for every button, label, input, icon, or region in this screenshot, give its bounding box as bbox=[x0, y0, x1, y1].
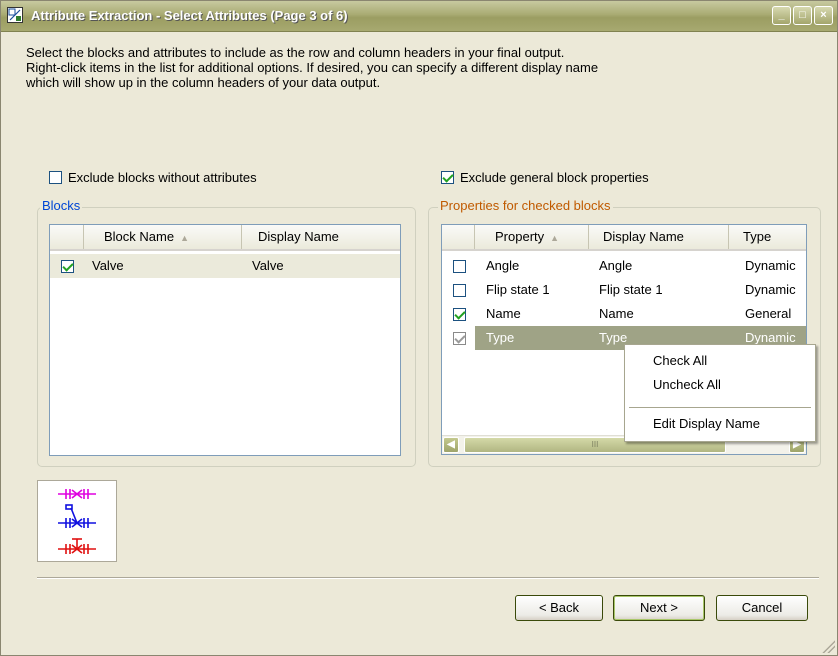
sort-ascending-icon: ▲ bbox=[550, 233, 560, 243]
menu-separator bbox=[629, 407, 811, 408]
column-header-property[interactable]: Property ▲ bbox=[475, 225, 589, 249]
property-row-name[interactable]: Name Name General bbox=[442, 302, 806, 326]
block-display-name-cell: Valve bbox=[252, 258, 284, 273]
property-type-cell: Dynamic bbox=[745, 258, 796, 273]
exclude-blocks-checkbox[interactable] bbox=[49, 171, 62, 184]
scroll-grip-icon: III bbox=[591, 440, 599, 449]
exclude-blocks-label[interactable]: Exclude blocks without attributes bbox=[68, 170, 257, 185]
minimize-icon: _ bbox=[778, 9, 785, 21]
maximize-icon: □ bbox=[799, 9, 806, 21]
close-button[interactable]: × bbox=[814, 6, 833, 25]
property-cell: Name bbox=[486, 306, 521, 321]
property-type-cell: Dynamic bbox=[745, 282, 796, 297]
block-row-valve[interactable]: Valve Valve bbox=[50, 254, 400, 278]
menu-item-edit-display-name[interactable]: Edit Display Name bbox=[653, 416, 760, 431]
maximize-button[interactable]: □ bbox=[793, 6, 812, 25]
blocks-list[interactable]: Block Name ▲ Display Name Valve Valve bbox=[49, 224, 401, 456]
property-row-checkbox[interactable] bbox=[453, 284, 466, 297]
title-bar[interactable]: Attribute Extraction - Select Attributes… bbox=[1, 1, 837, 32]
block-preview bbox=[37, 480, 117, 562]
property-row-checkbox[interactable] bbox=[453, 308, 466, 321]
property-row-checkbox[interactable] bbox=[453, 332, 466, 345]
window-title: Attribute Extraction - Select Attributes… bbox=[31, 8, 348, 23]
column-header-type[interactable]: Type bbox=[729, 225, 806, 249]
property-row-flip-state[interactable]: Flip state 1 Flip state 1 Dynamic bbox=[442, 278, 806, 302]
minimize-button[interactable]: _ bbox=[772, 6, 791, 25]
properties-list-header: Property ▲ Display Name Type bbox=[442, 225, 806, 251]
property-row-checkbox[interactable] bbox=[453, 260, 466, 273]
property-display-name-cell: Flip state 1 bbox=[599, 282, 663, 297]
column-header-check[interactable] bbox=[50, 225, 84, 249]
property-row-angle[interactable]: Angle Angle Dynamic bbox=[442, 254, 806, 278]
property-display-name-cell: Type bbox=[599, 330, 628, 345]
instructions-text: Select the blocks and attributes to incl… bbox=[26, 45, 599, 90]
property-display-name-cell: Angle bbox=[599, 258, 633, 273]
column-header-label: Display Name bbox=[603, 229, 684, 244]
dialog-window: Attribute Extraction - Select Attributes… bbox=[0, 0, 838, 656]
column-header-display-name[interactable]: Display Name bbox=[242, 225, 400, 249]
column-header-check[interactable] bbox=[442, 225, 475, 249]
menu-item-check-all[interactable]: Check All bbox=[653, 353, 707, 368]
column-header-label: Block Name bbox=[104, 229, 175, 244]
scroll-left-button[interactable]: ◀ bbox=[443, 437, 459, 453]
cancel-button[interactable]: Cancel bbox=[716, 595, 808, 621]
column-header-label: Display Name bbox=[258, 229, 339, 244]
exclude-general-label[interactable]: Exclude general block properties bbox=[460, 170, 649, 185]
properties-group-title: Properties for checked blocks bbox=[438, 198, 613, 213]
close-icon: × bbox=[820, 9, 827, 21]
property-type-cell: General bbox=[745, 306, 792, 321]
property-cell: Flip state 1 bbox=[486, 282, 550, 297]
back-button[interactable]: < Back bbox=[515, 595, 603, 621]
property-display-name-cell: Name bbox=[599, 306, 634, 321]
property-cell: Angle bbox=[486, 258, 520, 273]
column-header-block-name[interactable]: Block Name ▲ bbox=[84, 225, 242, 249]
blocks-list-header: Block Name ▲ Display Name bbox=[50, 225, 400, 251]
column-header-label: Property bbox=[495, 229, 545, 244]
block-row-checkbox[interactable] bbox=[61, 260, 74, 273]
valve-symbol-icon bbox=[58, 489, 96, 554]
next-button[interactable]: Next > bbox=[613, 595, 705, 621]
resize-grip-icon[interactable] bbox=[821, 639, 835, 653]
context-menu: Check All Uncheck All Edit Display Name bbox=[624, 344, 816, 442]
blocks-group-title: Blocks bbox=[40, 198, 83, 213]
menu-item-uncheck-all[interactable]: Uncheck All bbox=[653, 377, 721, 392]
chevron-left-icon: ◀ bbox=[447, 439, 455, 450]
exclude-general-checkbox[interactable] bbox=[441, 171, 454, 184]
app-icon bbox=[7, 7, 23, 23]
property-cell: Type bbox=[486, 330, 515, 345]
sort-ascending-icon: ▲ bbox=[180, 233, 189, 243]
footer-divider bbox=[37, 577, 819, 579]
column-header-label: Type bbox=[743, 229, 772, 244]
block-name-cell: Valve bbox=[92, 258, 124, 273]
column-header-display-name[interactable]: Display Name bbox=[589, 225, 729, 249]
